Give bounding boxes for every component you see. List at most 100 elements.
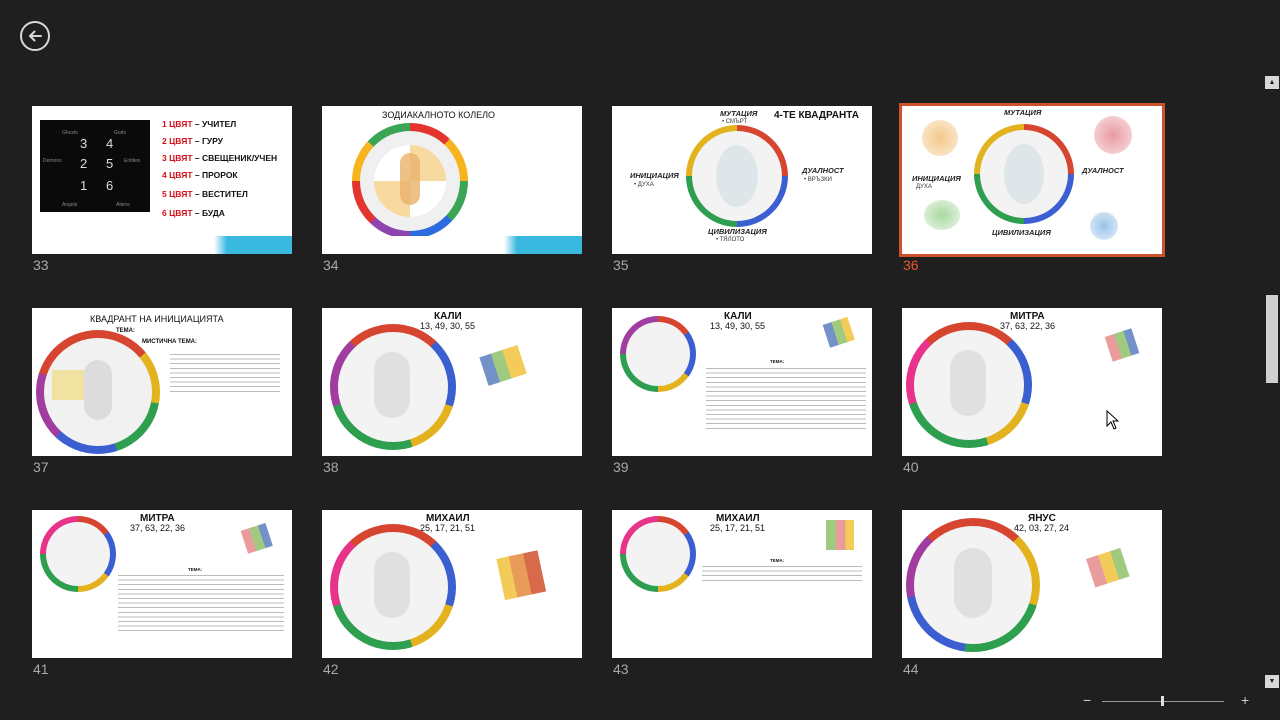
quadrant-sub-bottom: • ТЯЛОТО [716, 237, 745, 243]
slide-thumbnail-39[interactable]: КАЛИ 13, 49, 30, 55 ТЕМА: [612, 308, 872, 456]
gate-numbers: 13, 49, 30, 55 [420, 321, 476, 331]
theme-label: ТЕМА: [770, 359, 785, 364]
slide-number: 33 [33, 257, 49, 273]
slide-thumbnail-35[interactable]: 4-ТЕ КВАДРАНТА МУТАЦИЯ • СМЪРТ ИНИЦИАЦИЯ… [612, 106, 872, 254]
slide-number: 41 [33, 661, 49, 677]
grid-digit: 2 [80, 156, 88, 171]
slide-thumbnail-37[interactable]: КВАДРАНТ НА ИНИЦИАЦИЯТА ТЕМА: МИСТИЧНА Т… [32, 308, 292, 456]
grid-digit: 1 [80, 178, 88, 193]
figure-image [922, 120, 958, 156]
color-list-item: 2 ЦВЯТ – ГУРУ [162, 136, 223, 146]
figure-image [1094, 116, 1132, 154]
slide-title: КВАДРАНТ НА ИНИЦИАЦИЯТА [90, 314, 224, 324]
mandala-wheel-image [40, 516, 116, 592]
color-list-item: 6 ЦВЯТ – БУДА [162, 208, 225, 218]
mystic-theme-label: МИСТИЧНА ТЕМА: [142, 339, 198, 345]
zodiac-wheel-image [352, 123, 468, 239]
gate-cards-image [826, 518, 856, 552]
quadrant-label-bottom: ЦИВИЛИЗАЦИЯ [708, 227, 767, 236]
body-text-lines [170, 352, 280, 392]
zoom-out-button[interactable]: − [1083, 692, 1091, 708]
color-list-item: 3 ЦВЯТ – СВЕЩЕНИК/УЧЕН [162, 153, 278, 163]
gate-cards-image [495, 546, 548, 602]
mandala-wheel-image [620, 316, 696, 392]
zoom-control: − + [1083, 692, 1253, 708]
number-grid: Ghosts Gods Demons Entities Angels Alien… [40, 120, 150, 212]
zoom-in-button[interactable]: + [1241, 692, 1249, 708]
color-list-item: 5 ЦВЯТ – ВЕСТИТЕЛ [162, 189, 248, 199]
footer-bar [322, 236, 582, 254]
gate-numbers: 25, 17, 21, 51 [420, 523, 476, 533]
quadrant-label-top: МУТАЦИЯ [1004, 108, 1042, 117]
color-list-item: 1 ЦВЯТ – УЧИТЕЛ [162, 119, 237, 129]
body-text-lines [118, 573, 284, 633]
figure-image [924, 200, 960, 230]
body-text-lines [706, 366, 866, 432]
grid-digit: 5 [106, 156, 114, 171]
slide-number: 43 [613, 661, 629, 677]
slide-number: 39 [613, 459, 629, 475]
scroll-up-button[interactable]: ▲ [1265, 76, 1279, 89]
scroll-down-button[interactable]: ▼ [1265, 675, 1279, 688]
gate-numbers: 42, 03, 27, 24 [1014, 523, 1070, 533]
quadrant-sub-left: ДУХА [916, 184, 932, 190]
quadrant-label-right: ДУАЛНОСТ [802, 166, 844, 175]
slide-number: 34 [323, 257, 339, 273]
gate-numbers: 25, 17, 21, 51 [710, 523, 766, 533]
slide-thumbnail-41[interactable]: МИТРА 37, 63, 22, 36 ТЕМА: [32, 510, 292, 658]
slide-thumbnail-43[interactable]: МИХАИЛ 25, 17, 21, 51 ТЕМА: [612, 510, 872, 658]
mouse-cursor-icon [1106, 410, 1120, 430]
back-button[interactable] [20, 21, 50, 51]
body-text-lines [702, 564, 862, 582]
slide-thumbnail-44[interactable]: ЯНУС 42, 03, 27, 24 [902, 510, 1162, 658]
slide-thumbnail-42[interactable]: МИХАИЛ 25, 17, 21, 51 [322, 510, 582, 658]
quadrant-label-right: ДУАЛНОСТ [1082, 166, 1124, 175]
grid-label: Angels [62, 202, 78, 208]
slide-number: 37 [33, 459, 49, 475]
slide-number: 36 [903, 257, 919, 273]
grid-label: Gods [114, 130, 126, 136]
grid-label: Entities [124, 158, 141, 164]
mandala-wheel-image [620, 516, 696, 592]
mandala-wheel-image [330, 524, 456, 650]
slide-thumbnail-40[interactable]: МИТРА 37, 63, 22, 36 [902, 308, 1162, 456]
quadrant-sub-left: • ДУХА [634, 182, 654, 188]
zoom-slider-thumb[interactable] [1160, 696, 1164, 706]
mandala-wheel-image [686, 125, 788, 227]
gate-numbers: 13, 49, 30, 55 [710, 321, 766, 331]
mandala-wheel-image [974, 124, 1074, 224]
quadrant-label-left: ИНИЦИАЦИЯ [912, 174, 961, 183]
color-list-item: 4 ЦВЯТ – ПРОРОК [162, 170, 238, 180]
gate-numbers: 37, 63, 22, 36 [1000, 321, 1056, 331]
grid-digit: 6 [106, 178, 114, 193]
scroll-up-arrow-icon: ▲ [1268, 79, 1276, 86]
scrollbar-thumb[interactable] [1266, 295, 1278, 383]
quadrant-label-top: МУТАЦИЯ [720, 109, 758, 118]
slide-thumbnail-33[interactable]: Ghosts Gods Demons Entities Angels Alien… [32, 106, 292, 254]
slide-number: 42 [323, 661, 339, 677]
scroll-down-arrow-icon: ▼ [1268, 678, 1276, 685]
slide-thumbnail-38[interactable]: КАЛИ 13, 49, 30, 55 [322, 308, 582, 456]
slide-number: 44 [903, 661, 919, 677]
mandala-wheel-image [330, 324, 456, 450]
grid-label: Aliens [116, 202, 130, 208]
quadrant-label-left: ИНИЦИАЦИЯ [630, 171, 679, 180]
slide-thumbnail-34[interactable]: ЗОДИАКАЛНОТО КОЛЕЛО [322, 106, 582, 254]
slide-title: ЗОДИАКАЛНОТО КОЛЕЛО [382, 110, 496, 120]
gate-cards-image [477, 336, 531, 388]
slide-number: 35 [613, 257, 629, 273]
slide-number: 40 [903, 459, 919, 475]
grid-label: Ghosts [62, 130, 78, 136]
slide-thumbnail-36[interactable]: МУТАЦИЯ ИНИЦИАЦИЯ ДУХА ДУАЛНОСТ ЦИВИЛИЗА… [899, 103, 1165, 257]
mandala-wheel-image [906, 518, 1040, 652]
gate-cards-image [239, 519, 276, 560]
slide-title: 4-ТЕ КВАДРАНТА [774, 110, 859, 121]
back-arrow-icon [29, 30, 42, 42]
mandala-wheel-image [906, 322, 1032, 448]
gate-cards-image [821, 313, 858, 354]
grid-digit: 4 [106, 136, 114, 151]
footer-bar [32, 236, 292, 254]
slide-number: 38 [323, 459, 339, 475]
gate-cards-image [1085, 543, 1135, 593]
mandala-wheel-image [36, 330, 160, 454]
